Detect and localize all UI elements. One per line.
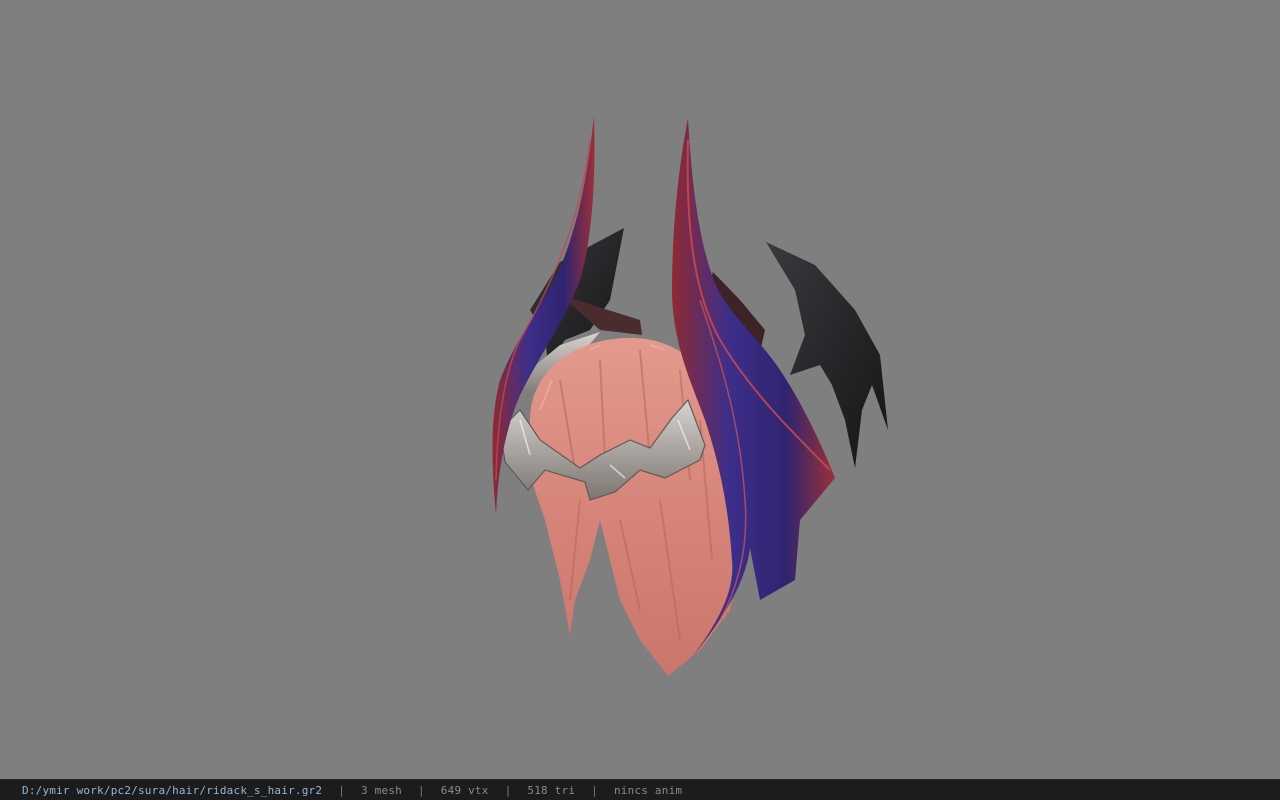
mesh-count: 3 mesh (361, 783, 402, 797)
separator: | (591, 783, 598, 797)
separator: | (504, 783, 512, 797)
animation-status: nincs anim (613, 783, 683, 797)
vertex-count: 649 vtx (440, 783, 489, 797)
3d-viewport[interactable] (0, 0, 1280, 779)
triangle-count: 518 tri (527, 783, 576, 797)
separator: | (338, 783, 346, 797)
file-path: D:/ymir work/pc2/sura/hair/ridack_s_hair… (22, 783, 323, 797)
status-bar: D:/ymir work/pc2/sura/hair/ridack_s_hair… (0, 779, 1280, 800)
separator: | (417, 783, 425, 797)
hair-model (492, 116, 888, 676)
